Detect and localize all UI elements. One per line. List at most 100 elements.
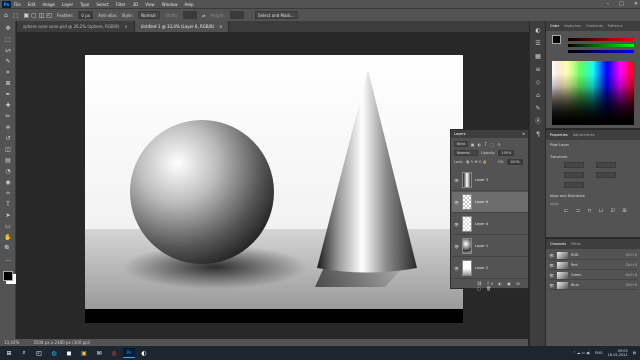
language-indicator[interactable]: ENG [595, 351, 603, 355]
type-tool-icon[interactable]: T [3, 201, 13, 208]
close-panel-icon[interactable]: ✕ [522, 132, 525, 136]
frame-tool-icon[interactable]: ⊠ [3, 80, 13, 87]
menu-image[interactable]: Image [42, 2, 55, 7]
swatches-icon[interactable]: ▦ [534, 53, 542, 61]
maximize-button[interactable]: □ [619, 1, 624, 7]
blend-mode-select[interactable]: Normal [454, 150, 478, 156]
notifications-icon[interactable]: ▤ [633, 351, 636, 355]
eye-icon[interactable]: 👁 [549, 283, 554, 288]
transform-section[interactable]: Transform [550, 155, 567, 159]
close-button[interactable]: ✕ [634, 1, 638, 7]
opacity-input[interactable]: 100% [498, 150, 515, 156]
feather-input[interactable]: 0 px [78, 11, 94, 19]
properties-icon[interactable]: ≡ [534, 66, 542, 74]
home-icon[interactable]: ⌂ [4, 12, 8, 19]
store-icon[interactable]: ◼ [63, 348, 75, 358]
align-icons[interactable]: ⊏ ⊐ ⊓ ⊔ ⊡ ⊞ [564, 208, 630, 214]
libraries-icon[interactable]: ⌂ [534, 92, 542, 100]
tab-color[interactable]: Color [550, 24, 559, 28]
edge-icon[interactable]: ◍ [48, 348, 60, 358]
menu-layer[interactable]: Layer [62, 2, 73, 7]
character-icon[interactable]: Ⓐ [534, 118, 542, 126]
start-icon[interactable]: ⊞ [3, 348, 15, 358]
channel-row[interactable]: 👁 Green Ctrl+4 [549, 271, 637, 280]
zoom-readout[interactable]: 33,43% [4, 340, 19, 345]
lasso-tool-icon[interactable]: ᔕ [3, 47, 13, 54]
menu-filter[interactable]: Filter [116, 2, 126, 7]
gradient-tool-icon[interactable]: ▤ [3, 157, 13, 164]
color-sliders[interactable] [568, 36, 634, 56]
shapes-icon[interactable]: ◇ [534, 79, 542, 87]
toolbar-color-swatches[interactable] [3, 271, 13, 281]
width-field[interactable] [564, 162, 584, 168]
eye-icon[interactable]: 👁 [454, 200, 459, 205]
eye-icon[interactable]: 👁 [454, 266, 459, 271]
menu-file[interactable]: File [14, 2, 21, 7]
stamp-tool-icon[interactable]: ⎈ [3, 124, 13, 131]
layer-row[interactable]: 👁 Layer 2 [452, 258, 528, 279]
eye-icon[interactable]: 👁 [454, 178, 459, 183]
angle-field[interactable] [564, 182, 584, 188]
x-field[interactable] [564, 172, 584, 178]
marquee-tool-icon[interactable]: ⬚ [3, 36, 13, 43]
menu-help[interactable]: Help [184, 2, 193, 7]
brush-tool-icon[interactable]: ✏ [3, 113, 13, 120]
kind-filter-select[interactable]: Kind [454, 141, 468, 147]
layer-row[interactable]: 👁 Layer 3 [452, 170, 528, 191]
photoshop-taskbar-icon[interactable]: Ps [123, 348, 135, 358]
path-select-tool-icon[interactable]: ➤ [3, 212, 13, 219]
swap-icon[interactable]: ⇄ [202, 13, 205, 18]
eraser-tool-icon[interactable]: ◫ [3, 146, 13, 153]
layers-icon[interactable]: ☰ [534, 40, 542, 48]
brush-icon[interactable]: ✎ [534, 105, 542, 113]
select-and-mask-button[interactable]: Select and Mask... [255, 11, 298, 19]
tab-swatches[interactable]: Swatches [564, 24, 581, 28]
menu-edit[interactable]: Edit [28, 2, 36, 7]
paragraph-icon[interactable]: ¶ [534, 131, 542, 139]
more-tools-icon[interactable]: … [3, 256, 13, 263]
mail-icon[interactable]: ✉ [93, 348, 105, 358]
tab-channels[interactable]: Channels [550, 242, 566, 246]
color-spectrum[interactable] [552, 61, 634, 125]
rectangle-tool-icon[interactable]: ▭ [3, 223, 13, 230]
layer-row[interactable]: 👁 Layer 1 [452, 236, 528, 257]
menu-view[interactable]: View [145, 2, 155, 7]
quick-select-tool-icon[interactable]: ✎ [3, 58, 13, 65]
height-field[interactable] [596, 162, 616, 168]
layer-row[interactable]: 👁 Layer 4 [452, 214, 528, 235]
align-section[interactable]: Align and Distribute [550, 194, 585, 198]
tab-paths[interactable]: Paths [571, 242, 581, 246]
move-tool-icon[interactable]: ✥ [3, 25, 13, 32]
eye-icon[interactable]: 👁 [454, 222, 459, 227]
menu-select[interactable]: Select [96, 2, 108, 7]
eye-icon[interactable]: 👁 [549, 273, 554, 278]
tab-adjustments[interactable]: Adjustments [573, 133, 595, 137]
dodge-tool-icon[interactable]: ◉ [3, 179, 13, 186]
minimize-button[interactable]: – [607, 1, 610, 7]
hand-tool-icon[interactable]: ✋ [3, 234, 13, 241]
close-tab-icon[interactable]: × [124, 24, 127, 29]
eye-icon[interactable]: 👁 [549, 263, 554, 268]
history-brush-tool-icon[interactable]: ↺ [3, 135, 13, 142]
foreground-swatch[interactable] [552, 35, 561, 44]
tab-untitled-1[interactable]: Untitled-1 @ 33,4% (Layer 6, RGB/8) × [134, 21, 230, 32]
channel-row[interactable]: 👁 Blue Ctrl+5 [549, 281, 637, 290]
zoom-tool-icon[interactable]: 🔍 [3, 245, 13, 252]
close-tab-icon[interactable]: × [219, 24, 222, 29]
search-icon[interactable]: ⌕ [18, 348, 30, 358]
channel-row[interactable]: 👁 RGB Ctrl+2 [549, 251, 637, 260]
menu-type[interactable]: Type [80, 2, 89, 7]
tab-sphere-cone[interactable]: sphere cone cone.psd @ 26,2% (sphere, RG… [17, 21, 135, 32]
task-view-icon[interactable]: ◰ [33, 348, 45, 358]
menu-3d[interactable]: 3D [133, 2, 139, 7]
antialias-checkbox[interactable]: Anti-alias [98, 13, 117, 18]
layer-actions[interactable]: ⛓ fx ◐ ▣ ⊞ ▢ 🗑 [477, 281, 528, 291]
blur-tool-icon[interactable]: ◔ [3, 168, 13, 175]
lock-icons[interactable]: ▦ ✎ ✥ ⊡ 🔒 [466, 160, 487, 164]
explorer-icon[interactable]: ▣ [78, 348, 90, 358]
clock[interactable]: 09:05 16.02.2021 [608, 349, 628, 358]
menu-window[interactable]: Window [162, 2, 178, 7]
chrome-icon[interactable]: ◎ [108, 348, 120, 358]
filter-icons[interactable]: ▣ ◐ T ⬚ ⊙ [471, 142, 502, 147]
healing-tool-icon[interactable]: ✚ [3, 102, 13, 109]
